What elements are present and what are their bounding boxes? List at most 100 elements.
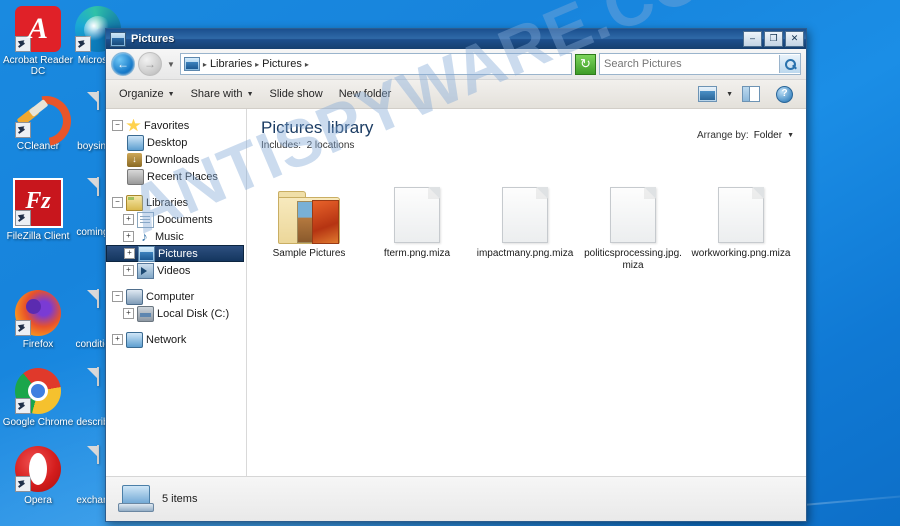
- file-name: Sample Pictures: [272, 248, 346, 259]
- share-with-label: Share with: [190, 88, 243, 100]
- expander-icon[interactable]: +: [123, 308, 134, 319]
- breadcrumb[interactable]: ▸ Libraries ▸ Pictures ▸: [179, 53, 572, 75]
- minimize-button[interactable]: –: [743, 31, 762, 47]
- expander-icon[interactable]: −: [112, 197, 123, 208]
- includes-label: Includes:: [261, 140, 302, 151]
- includes-value[interactable]: 2 locations: [307, 140, 355, 151]
- expander-icon[interactable]: −: [112, 291, 123, 302]
- chevron-down-icon[interactable]: ▼: [787, 132, 794, 139]
- close-button[interactable]: ✕: [785, 31, 804, 47]
- downloads-icon: [127, 152, 142, 167]
- file-icon-wrap: [365, 167, 469, 243]
- videos-icon: [137, 262, 154, 279]
- chevron-down-icon: ▼: [246, 90, 254, 98]
- file-item-politicsprocessing[interactable]: politicsprocessing.jpg.miza: [579, 163, 687, 276]
- shortcut-overlay-icon: [15, 122, 31, 138]
- firefox-icon: [15, 290, 61, 336]
- breadcrumb-item-pictures[interactable]: Pictures: [262, 58, 302, 70]
- breadcrumb-separator-icon: ▸: [202, 59, 207, 69]
- organize-button[interactable]: Organize ▼: [112, 85, 182, 103]
- shortcut-overlay-icon: [15, 476, 31, 492]
- nav-label: Favorites: [144, 119, 190, 132]
- file-item-workworking[interactable]: workworking.png.miza: [687, 163, 795, 276]
- nav-group-libraries[interactable]: − Libraries: [106, 194, 246, 211]
- file-item-impactmany[interactable]: impactmany.png.miza: [471, 163, 579, 276]
- search-box[interactable]: [599, 53, 801, 75]
- pictures-icon: [138, 245, 155, 262]
- nav-item-music[interactable]: + Music: [106, 228, 246, 245]
- nav-item-downloads[interactable]: Downloads: [106, 151, 246, 168]
- title-bar: Pictures – ❐ ✕: [106, 29, 806, 49]
- nav-item-documents[interactable]: + Documents: [106, 211, 246, 228]
- nav-label: Documents: [157, 213, 213, 226]
- breadcrumb-separator-icon: ▸: [304, 59, 309, 69]
- share-with-button[interactable]: Share with ▼: [184, 85, 261, 103]
- arrange-by-control[interactable]: Arrange by: Folder ▼: [697, 118, 794, 141]
- maximize-button[interactable]: ❐: [764, 31, 783, 47]
- nav-item-videos[interactable]: + Videos: [106, 262, 246, 279]
- file-icon-wrap: [257, 167, 361, 244]
- library-header: Pictures library Includes: 2 locations A…: [247, 109, 806, 157]
- folder-icon: [278, 191, 340, 244]
- file-item-fterm[interactable]: fterm.png.miza: [363, 163, 471, 276]
- file-name: fterm.png.miza: [383, 248, 451, 259]
- navigation-pane: − Favorites Desktop Downloads Recent Pla…: [106, 109, 247, 476]
- file-list[interactable]: Sample Pictures fterm.png.miza impactman…: [247, 157, 806, 476]
- slide-show-button[interactable]: Slide show: [263, 85, 330, 103]
- star-icon: [126, 118, 141, 132]
- shortcut-overlay-icon: [15, 320, 31, 336]
- pictures-icon: [183, 57, 200, 71]
- nav-label: Desktop: [147, 136, 188, 149]
- help-button[interactable]: [769, 83, 800, 106]
- nav-group-favorites[interactable]: − Favorites: [106, 117, 246, 134]
- breadcrumb-separator-icon: ▸: [255, 59, 260, 69]
- nav-group-network[interactable]: + Network: [106, 331, 246, 348]
- window-body: − Favorites Desktop Downloads Recent Pla…: [106, 109, 806, 476]
- computer-icon: [118, 485, 154, 513]
- document-icon: [394, 187, 440, 243]
- expander-icon[interactable]: +: [123, 214, 134, 225]
- library-icon: [126, 194, 143, 211]
- expander-icon[interactable]: +: [124, 248, 135, 259]
- disk-icon: [137, 305, 154, 322]
- chrome-icon: [15, 368, 61, 414]
- view-icon: [698, 86, 718, 102]
- shortcut-overlay-icon: [15, 36, 31, 52]
- nav-group-computer[interactable]: − Computer: [106, 288, 246, 305]
- expander-icon[interactable]: +: [123, 231, 134, 242]
- nav-item-recent-places[interactable]: Recent Places: [106, 168, 246, 185]
- preview-pane-button[interactable]: [735, 83, 767, 105]
- window-controls: – ❐ ✕: [743, 31, 804, 47]
- command-bar: Organize ▼ Share with ▼ Slide show New f…: [106, 80, 806, 109]
- shortcut-overlay-icon: [75, 36, 91, 52]
- nav-item-local-disk-c[interactable]: + Local Disk (C:): [106, 305, 246, 322]
- help-icon: [776, 85, 793, 103]
- forward-arrow-icon: →: [144, 57, 156, 71]
- file-item-sample-pictures[interactable]: Sample Pictures: [255, 163, 363, 276]
- document-icon: [718, 187, 764, 243]
- arrange-by-value[interactable]: Folder: [754, 130, 782, 141]
- nav-item-desktop[interactable]: Desktop: [106, 134, 246, 151]
- refresh-button[interactable]: [575, 53, 596, 75]
- organize-label: Organize: [119, 88, 164, 100]
- window-title: Pictures: [131, 33, 175, 45]
- chevron-down-icon[interactable]: ▼: [726, 91, 733, 98]
- back-button[interactable]: ←: [111, 52, 135, 76]
- search-input[interactable]: [600, 58, 779, 70]
- chevron-down-icon: ▼: [167, 90, 175, 98]
- address-bar: ← → ▼ ▸ Libraries ▸ Pictures ▸: [106, 49, 806, 80]
- forward-button[interactable]: →: [138, 52, 162, 76]
- breadcrumb-item-libraries[interactable]: Libraries: [210, 58, 252, 70]
- documents-icon: [137, 211, 154, 228]
- nav-item-pictures[interactable]: + Pictures: [106, 245, 244, 262]
- expander-icon[interactable]: +: [112, 334, 123, 345]
- history-dropdown-icon[interactable]: ▼: [165, 60, 177, 69]
- nav-label: Local Disk (C:): [157, 307, 230, 320]
- search-icon[interactable]: [779, 55, 800, 73]
- new-folder-button[interactable]: New folder: [332, 85, 399, 103]
- expander-icon[interactable]: +: [123, 265, 134, 276]
- change-view-button[interactable]: [691, 83, 724, 105]
- expander-icon[interactable]: −: [112, 120, 123, 131]
